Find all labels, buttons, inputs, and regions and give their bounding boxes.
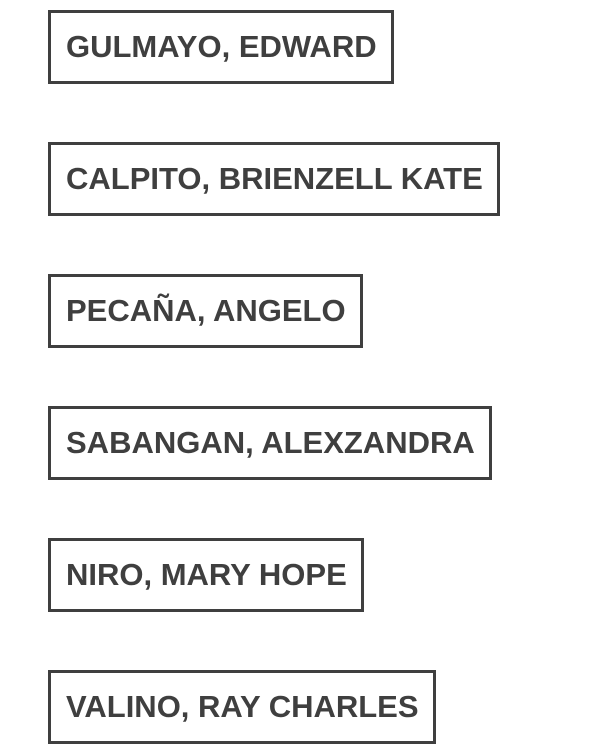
name-card: CALPITO, BRIENZELL KATE <box>48 142 500 216</box>
name-list: GULMAYO, EDWARD CALPITO, BRIENZELL KATE … <box>48 10 500 744</box>
name-card: GULMAYO, EDWARD <box>48 10 394 84</box>
list-item: CALPITO, BRIENZELL KATE <box>48 142 500 216</box>
name-card: NIRO, MARY HOPE <box>48 538 364 612</box>
name-card: VALINO, RAY CHARLES <box>48 670 436 744</box>
name-card: SABANGAN, ALEXZANDRA <box>48 406 492 480</box>
list-item: PECAÑA, ANGELO <box>48 274 500 348</box>
list-item: VALINO, RAY CHARLES <box>48 670 500 744</box>
list-item: SABANGAN, ALEXZANDRA <box>48 406 500 480</box>
list-item: NIRO, MARY HOPE <box>48 538 500 612</box>
name-card: PECAÑA, ANGELO <box>48 274 363 348</box>
list-item: GULMAYO, EDWARD <box>48 10 500 84</box>
